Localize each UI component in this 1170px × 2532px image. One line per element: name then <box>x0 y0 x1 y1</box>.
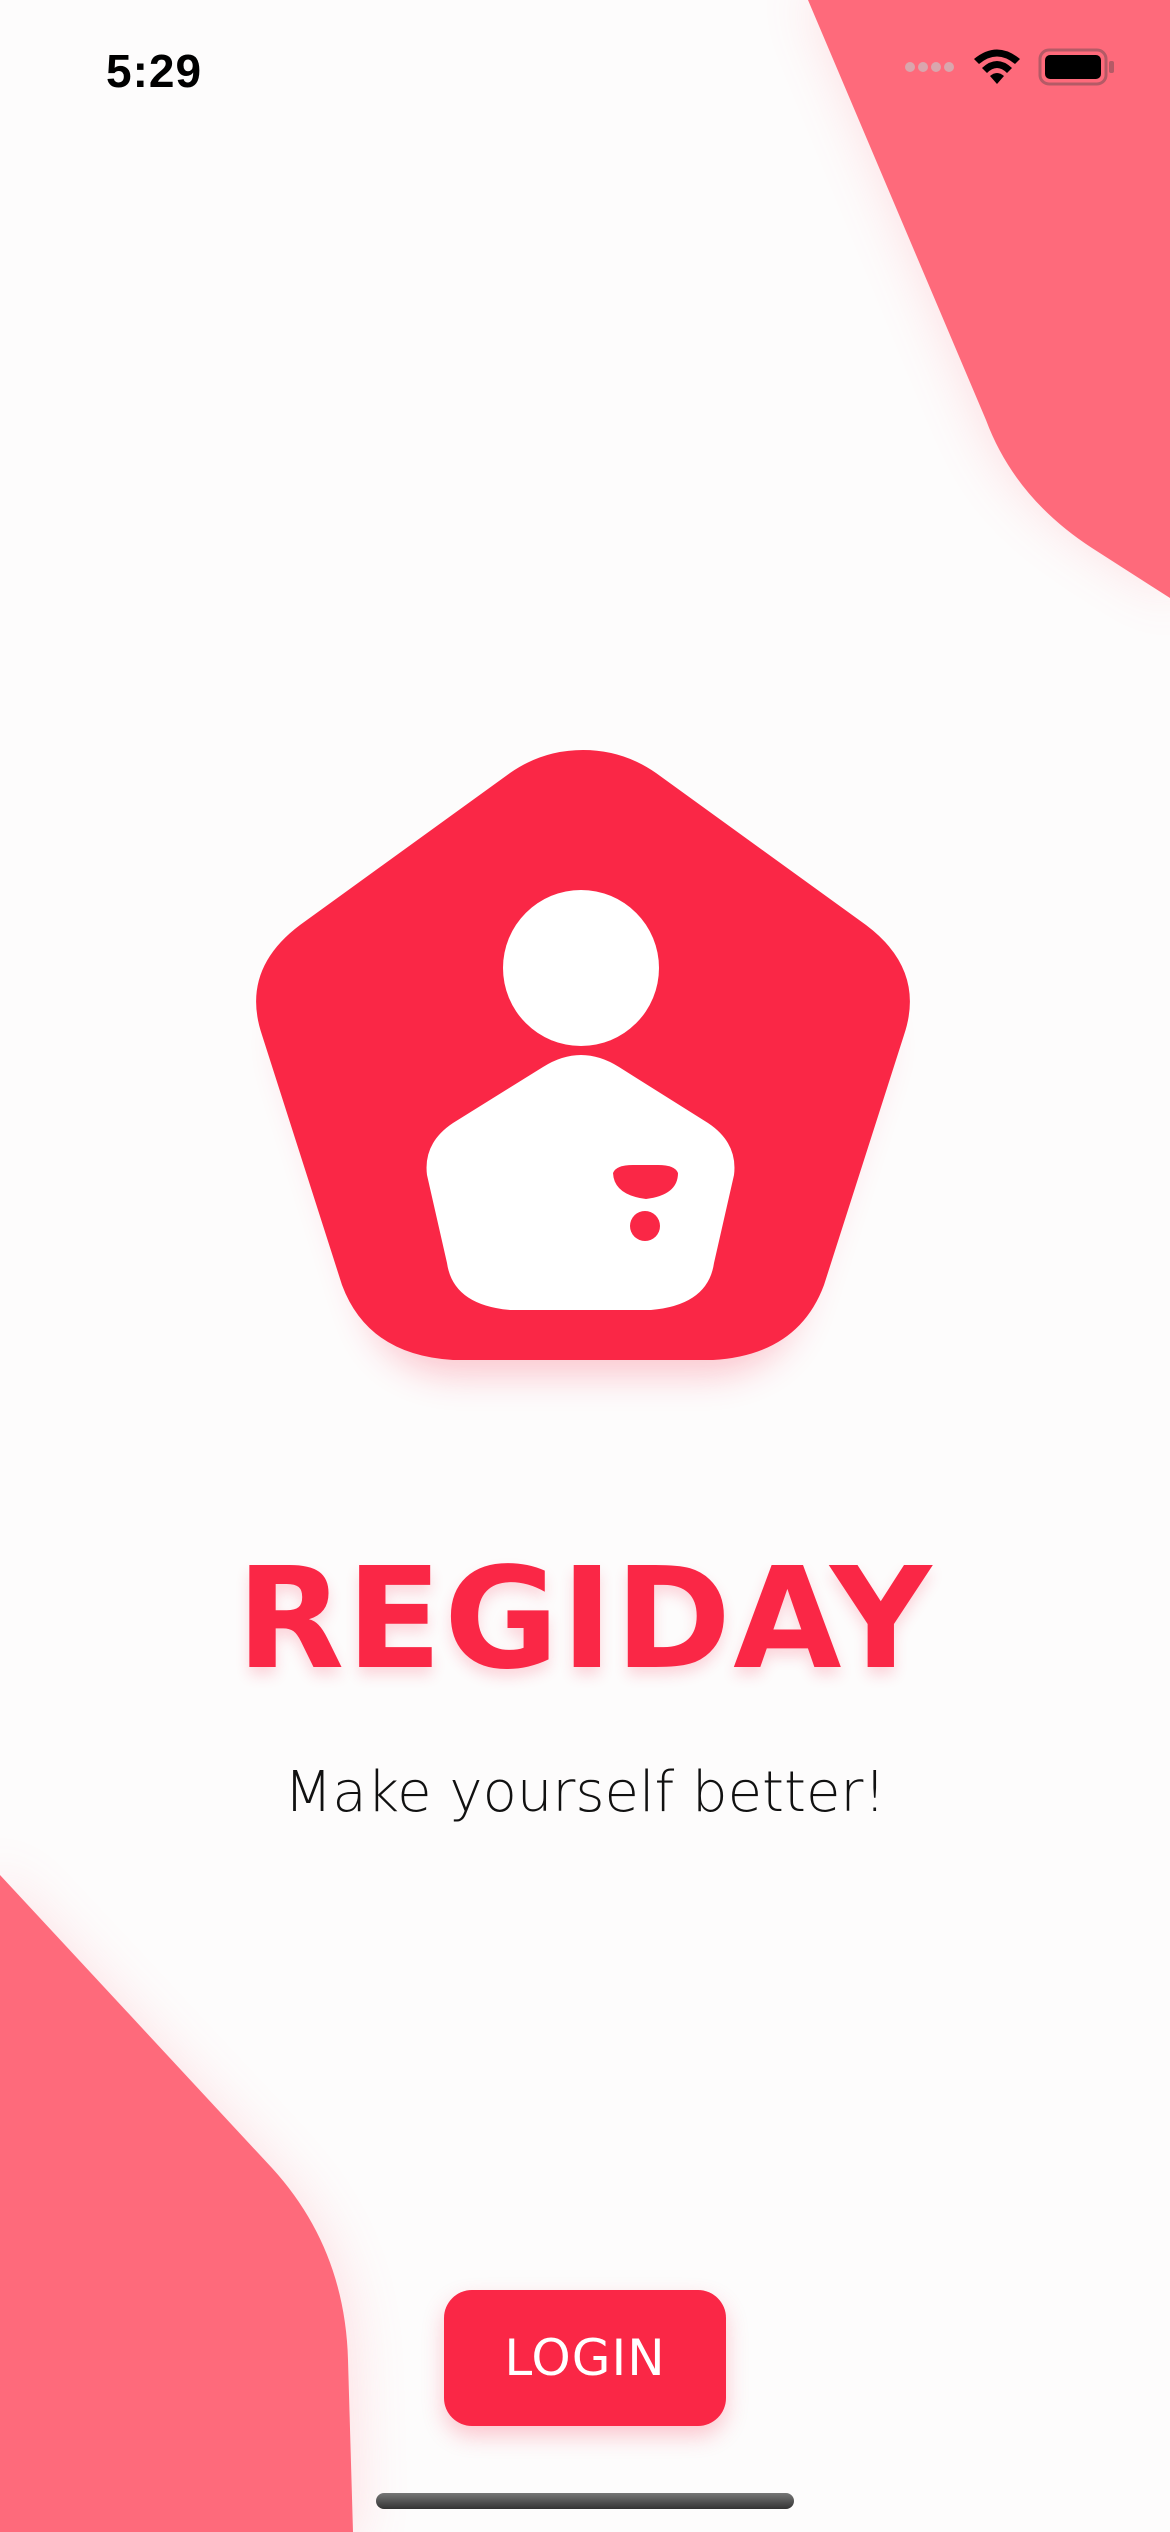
status-bar: 5:29 <box>0 0 1170 150</box>
battery-icon <box>1038 48 1114 86</box>
cellular-signal-icon <box>905 62 954 72</box>
tagline: Make yourself better! <box>284 1760 886 1825</box>
app-title: REGIDAY <box>236 1538 934 1701</box>
person-pentagon-icon <box>256 750 910 1375</box>
login-button-label: LOGIN <box>504 2329 666 2387</box>
wifi-icon <box>974 49 1020 84</box>
status-time: 5:29 <box>106 45 203 97</box>
welcome-screen: 5:29 REGIDAY Make yourself better! LOGIN <box>0 0 1170 2532</box>
status-icons <box>904 48 1116 86</box>
login-button[interactable]: LOGIN <box>444 2290 726 2426</box>
bottom-left-blob <box>0 1875 353 2532</box>
home-indicator[interactable] <box>376 2493 794 2509</box>
